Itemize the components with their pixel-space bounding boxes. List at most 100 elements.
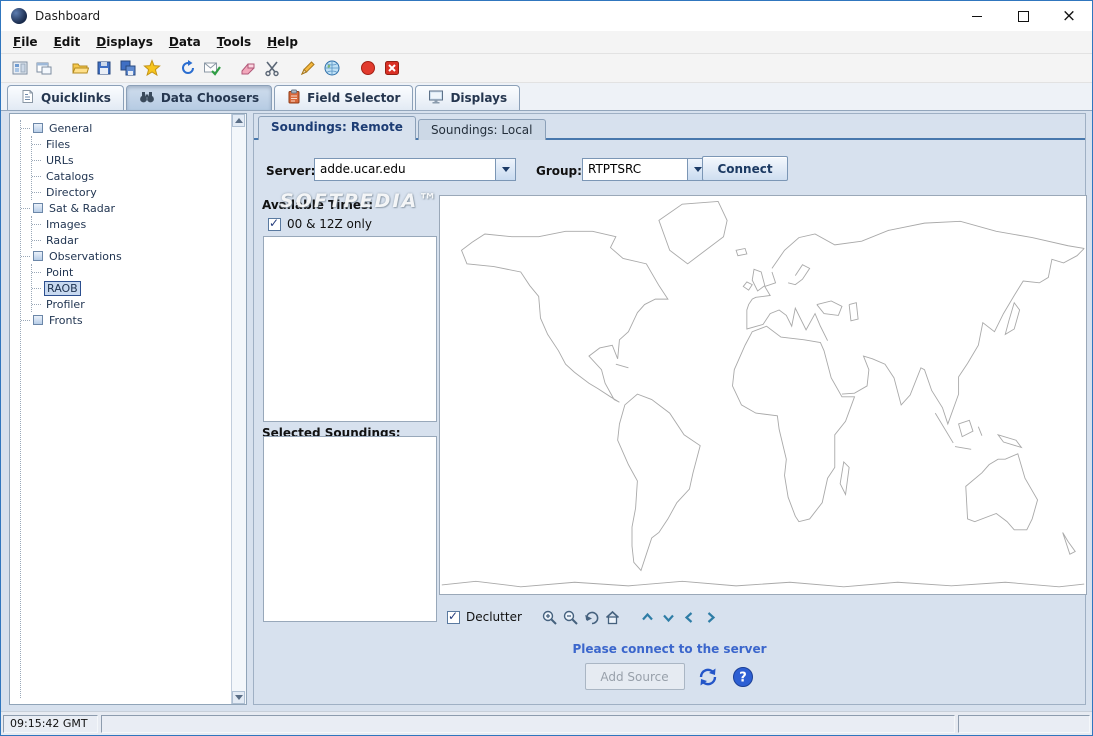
tree-node-icon <box>33 123 43 133</box>
tree-item-directory[interactable]: Directory <box>32 184 228 200</box>
tree-item-label: Directory <box>46 185 97 199</box>
tree-item-point[interactable]: Point <box>32 264 228 280</box>
tree-row[interactable]: Observations <box>21 248 228 264</box>
map-controls: Declutter <box>439 606 1087 628</box>
pan-down-icon[interactable] <box>659 607 679 627</box>
tab-quicklinks[interactable]: Quicklinks <box>7 85 124 110</box>
tree-item-raob[interactable]: RAOB <box>32 280 228 296</box>
tree-item-radar[interactable]: Radar <box>32 232 228 248</box>
quicklinks-icon <box>20 89 35 107</box>
tab-field-selector[interactable]: Field Selector <box>274 85 414 110</box>
tree-group-label: Observations <box>49 249 122 263</box>
menu-tools[interactable]: Tools <box>209 33 259 51</box>
menu-data[interactable]: Data <box>161 33 209 51</box>
selected-soundings-list[interactable] <box>263 436 437 622</box>
tree-item-label: Catalogs <box>46 169 94 183</box>
map-pan-arrows <box>638 607 722 627</box>
tree-item-profiler[interactable]: Profiler <box>32 296 228 312</box>
tree-row[interactable]: General <box>21 120 228 136</box>
remove-all-icon[interactable] <box>381 57 403 79</box>
help-icon[interactable]: ? <box>732 665 755 688</box>
declutter-checkbox[interactable] <box>447 609 460 624</box>
server-combobox[interactable]: adde.ucar.edu <box>314 158 516 181</box>
refresh-icon[interactable] <box>177 57 199 79</box>
tree-scrollbar[interactable] <box>231 114 246 704</box>
globe-icon[interactable] <box>321 57 343 79</box>
tab-soundings-local[interactable]: Soundings: Local <box>417 119 546 140</box>
tree-item-label: Files <box>46 137 71 151</box>
menu-edit[interactable]: Edit <box>46 33 89 51</box>
content-area: General Files URLs Catalogs Directory Sa… <box>1 111 1092 711</box>
add-source-button[interactable]: Add Source <box>584 663 685 690</box>
pan-up-icon[interactable] <box>638 607 658 627</box>
tree-item-images[interactable]: Images <box>32 216 228 232</box>
zoom-out-icon[interactable] <box>561 607 581 627</box>
chooser-tree: General Files URLs Catalogs Directory Sa… <box>20 120 228 698</box>
scroll-down-button[interactable] <box>232 691 245 704</box>
tab-displays-label: Displays <box>450 91 508 105</box>
save-bundle-icon[interactable] <box>93 57 115 79</box>
tab-soundings-remote[interactable]: Soundings: Remote <box>258 116 416 140</box>
tree-item-urls[interactable]: URLs <box>32 152 228 168</box>
times-filter-checkbox[interactable] <box>268 216 281 231</box>
tree-row[interactable]: Sat & Radar <box>21 200 228 216</box>
open-bundle-icon[interactable] <box>69 57 91 79</box>
window-title: Dashboard <box>35 9 101 23</box>
raob-chooser-panel: Soundings: Remote Soundings: Local Serve… <box>253 113 1087 705</box>
tree-item-catalogs[interactable]: Catalogs <box>32 168 228 184</box>
connect-button[interactable]: Connect <box>702 156 788 181</box>
undo-view-icon[interactable] <box>582 607 602 627</box>
tree-item-files[interactable]: Files <box>32 136 228 152</box>
tree-item-label: URLs <box>46 153 74 167</box>
world-map-outline <box>441 200 1085 588</box>
pencil-icon[interactable] <box>297 57 319 79</box>
tree-item-label: Profiler <box>46 297 85 311</box>
declutter-label: Declutter <box>466 610 522 624</box>
tree-node-icon <box>33 251 43 261</box>
chevron-down-icon[interactable] <box>495 159 515 180</box>
save-bundle-as-icon[interactable] <box>117 57 139 79</box>
maximize-icon <box>1017 10 1029 22</box>
close-icon: × <box>1061 5 1077 26</box>
menu-file[interactable]: File <box>5 33 46 51</box>
tab-field-selector-label: Field Selector <box>307 91 401 105</box>
capture-image-icon[interactable] <box>201 57 223 79</box>
minimize-icon <box>972 15 982 17</box>
tree-node-icon <box>33 203 43 213</box>
app-globe-icon <box>11 8 27 24</box>
tree-item-fronts[interactable]: Fronts <box>21 312 228 328</box>
menu-help[interactable]: Help <box>259 33 306 51</box>
soundings-tab-bar: Soundings: Remote Soundings: Local <box>258 116 548 140</box>
times-filter-label: 00 & 12Z only <box>287 217 372 231</box>
pan-left-icon[interactable] <box>680 607 700 627</box>
favorites-star-icon[interactable] <box>141 57 163 79</box>
new-display-window-icon[interactable] <box>33 57 55 79</box>
cut-scissors-icon[interactable] <box>261 57 283 79</box>
reload-times-icon[interactable] <box>697 665 720 688</box>
zoom-in-icon[interactable] <box>540 607 560 627</box>
show-dashboard-icon[interactable] <box>9 57 31 79</box>
close-button[interactable]: × <box>1046 1 1092 31</box>
group-value: RTPTSRC <box>588 162 642 176</box>
available-times-list[interactable] <box>263 236 437 422</box>
group-combobox[interactable]: RTPTSRC <box>582 158 708 181</box>
station-map[interactable] <box>439 195 1087 595</box>
maximize-button[interactable] <box>1000 1 1046 31</box>
tree-group-sat-radar: Sat & Radar Images Radar <box>21 200 228 248</box>
dashboard-window: Dashboard × File Edit Displays Data Tool… <box>0 0 1093 736</box>
pan-right-icon[interactable] <box>701 607 721 627</box>
available-times-label: Available Times: <box>262 198 374 212</box>
svg-text:?: ? <box>739 670 747 685</box>
tab-displays[interactable]: Displays <box>415 85 521 110</box>
menu-displays[interactable]: Displays <box>88 33 161 51</box>
minimize-button[interactable] <box>954 1 1000 31</box>
reset-projection-icon[interactable] <box>603 607 623 627</box>
scroll-up-button[interactable] <box>232 114 245 127</box>
tree-group-observations: Observations Point RAOB Profiler <box>21 248 228 312</box>
eraser-icon[interactable] <box>237 57 259 79</box>
record-movie-icon[interactable] <box>357 57 379 79</box>
window-controls: × <box>954 1 1092 31</box>
tree-item-label: Radar <box>46 233 79 247</box>
group-label: Group: <box>536 164 582 178</box>
tab-data-choosers[interactable]: Data Choosers <box>125 85 273 110</box>
